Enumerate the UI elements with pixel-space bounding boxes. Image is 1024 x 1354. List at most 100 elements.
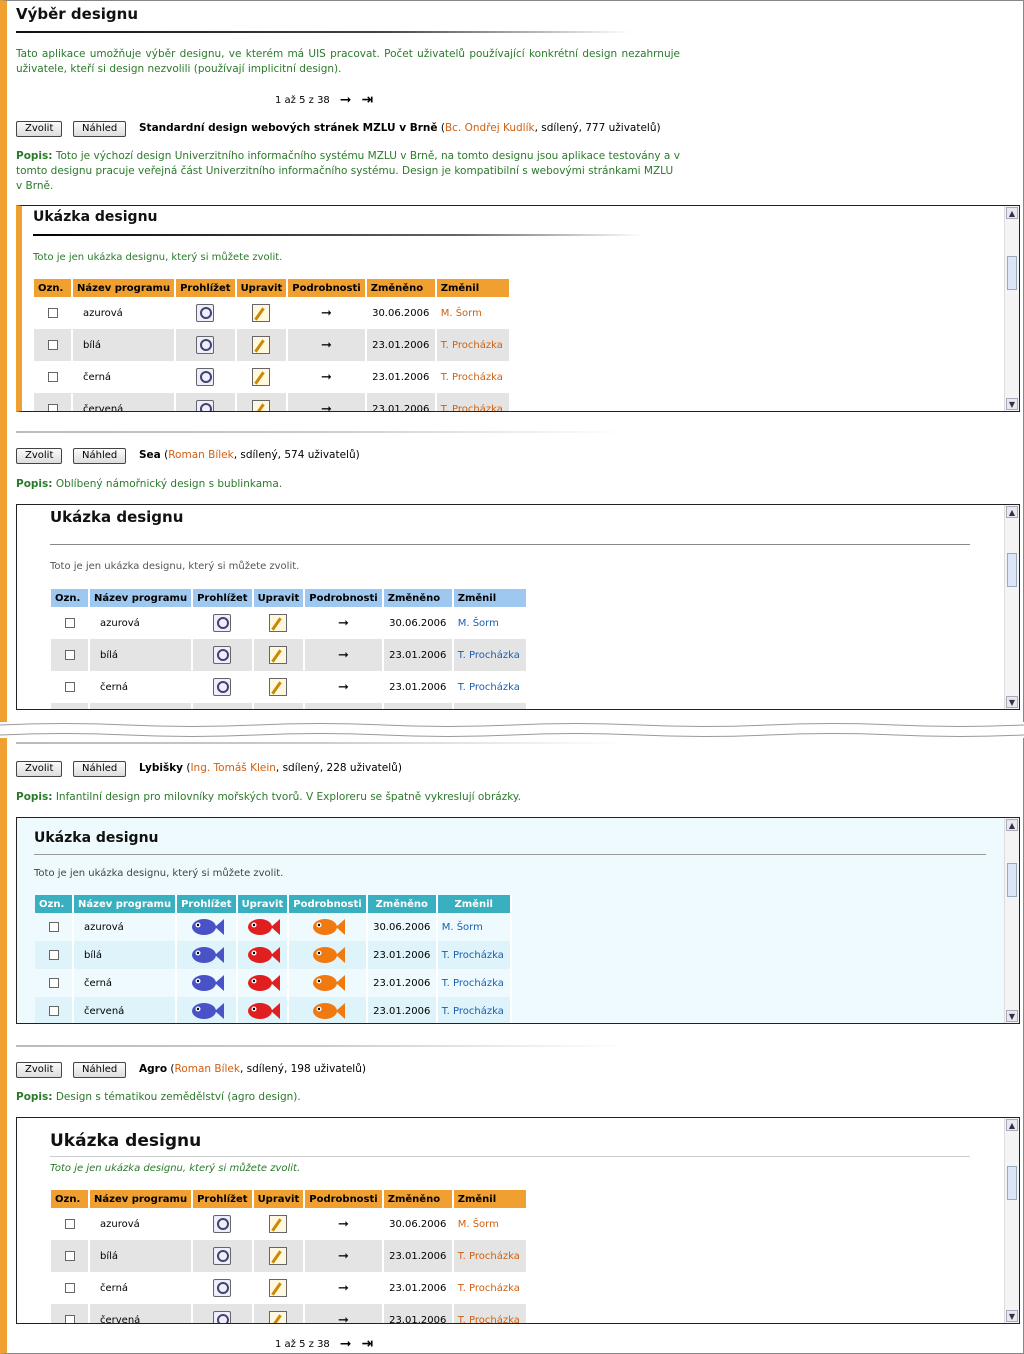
column-header[interactable]: Ozn. — [51, 589, 90, 607]
view-magnifier-icon[interactable] — [213, 1279, 232, 1297]
row-checkbox[interactable] — [47, 371, 58, 382]
details-arrow-icon[interactable]: ➞ — [338, 680, 349, 695]
changed-by-link[interactable]: T. Procházka — [435, 361, 511, 393]
edit-fish-icon[interactable] — [243, 998, 281, 1024]
column-header[interactable]: Podrobnosti — [304, 589, 384, 607]
changed-by-link[interactable]: M. Šorm — [452, 607, 528, 639]
edit-fish-icon[interactable] — [243, 970, 281, 997]
author-link[interactable]: Roman Bílek — [168, 449, 233, 461]
arrow-right-icon[interactable]: ➞ — [340, 92, 352, 108]
details-fish-icon[interactable] — [308, 998, 346, 1024]
scrollbar[interactable]: ▲ ▼ — [1004, 206, 1019, 411]
edit-notepad-icon[interactable] — [269, 646, 288, 664]
changed-by-link[interactable]: T. Procházka — [435, 329, 511, 361]
row-checkbox[interactable] — [48, 921, 59, 932]
view-fish-icon[interactable] — [187, 970, 225, 997]
view-magnifier-icon[interactable] — [213, 1215, 232, 1233]
row-checkbox[interactable] — [64, 681, 75, 692]
column-header[interactable]: Upravit — [235, 279, 289, 297]
row-checkbox[interactable] — [48, 977, 59, 988]
row-checkbox[interactable] — [64, 1314, 75, 1323]
arrow-right-icon[interactable]: ➞ — [340, 1336, 352, 1352]
edit-fish-icon[interactable] — [243, 942, 281, 969]
view-magnifier-icon[interactable] — [196, 368, 215, 386]
view-magnifier-icon[interactable] — [213, 1311, 232, 1323]
changed-by-link[interactable]: T. Procházka — [452, 671, 528, 703]
column-header[interactable]: Upravit — [252, 589, 306, 607]
choose-button[interactable]: Zvolit — [16, 1062, 63, 1078]
row-checkbox[interactable] — [47, 307, 58, 318]
column-header[interactable]: Název programu — [72, 279, 177, 297]
edit-notepad-icon[interactable] — [252, 368, 271, 386]
author-link[interactable]: Roman Bílek — [174, 1063, 239, 1075]
details-arrow-icon[interactable]: ➞ — [338, 1281, 349, 1296]
column-header[interactable]: Ozn. — [35, 895, 74, 913]
column-header[interactable]: Podrobnosti — [287, 279, 367, 297]
changed-by-link[interactable]: T. Procházka — [452, 1272, 528, 1304]
column-header[interactable]: Změnil — [435, 279, 511, 297]
row-checkbox[interactable] — [64, 617, 75, 628]
details-fish-icon[interactable] — [308, 970, 346, 997]
preview-button[interactable]: Náhled — [73, 121, 127, 137]
view-magnifier-icon[interactable] — [213, 1247, 232, 1265]
author-link[interactable]: Ing. Tomáš Klein — [190, 762, 275, 774]
edit-notepad-icon[interactable] — [269, 678, 288, 696]
changed-by-link[interactable]: T. Procházka — [452, 1240, 528, 1272]
details-arrow-icon[interactable]: ➞ — [338, 1249, 349, 1264]
changed-by-link[interactable]: M. Šorm — [436, 913, 512, 941]
preview-button[interactable]: Náhled — [73, 448, 127, 464]
details-fish-icon[interactable] — [308, 914, 346, 941]
details-arrow-icon[interactable]: ➞ — [321, 402, 332, 412]
preview-button[interactable]: Náhled — [73, 761, 127, 777]
details-arrow-icon[interactable]: ➞ — [338, 616, 349, 631]
details-fish-icon[interactable] — [308, 942, 346, 969]
column-header[interactable]: Změněno — [382, 589, 454, 607]
edit-notepad-icon[interactable] — [252, 400, 271, 411]
changed-by-link[interactable]: T. Procházka — [452, 639, 528, 671]
details-arrow-icon[interactable]: ➞ — [321, 370, 332, 385]
changed-by-link[interactable]: T. Procházka — [435, 393, 511, 411]
view-magnifier-icon[interactable] — [196, 304, 215, 322]
column-header[interactable]: Změnil — [436, 895, 512, 913]
column-header[interactable]: Změněno — [365, 279, 437, 297]
author-link[interactable]: Bc. Ondřej Kudlík — [445, 122, 535, 134]
scrollbar[interactable]: ▲ ▼ — [1004, 1118, 1019, 1323]
edit-notepad-icon[interactable] — [252, 336, 271, 354]
column-header[interactable]: Upravit — [252, 1190, 306, 1208]
scrollbar[interactable]: ▲ ▼ — [1004, 818, 1019, 1023]
choose-button[interactable]: Zvolit — [16, 121, 63, 137]
row-checkbox[interactable] — [64, 1218, 75, 1229]
changed-by-link[interactable]: T. Procházka — [436, 997, 512, 1023]
view-fish-icon[interactable] — [187, 942, 225, 969]
choose-button[interactable]: Zvolit — [16, 761, 63, 777]
view-magnifier-icon[interactable] — [196, 400, 215, 411]
view-magnifier-icon[interactable] — [213, 678, 232, 696]
changed-by-link[interactable]: T. Procházka — [452, 703, 528, 709]
edit-notepad-icon[interactable] — [252, 304, 271, 322]
choose-button[interactable]: Zvolit — [16, 448, 63, 464]
details-arrow-icon[interactable]: ➞ — [321, 338, 332, 353]
column-header[interactable]: Změněno — [382, 1190, 454, 1208]
column-header[interactable]: Změnil — [452, 589, 528, 607]
column-header[interactable]: Prohlížet — [175, 279, 237, 297]
column-header[interactable]: Ozn. — [34, 279, 73, 297]
column-header[interactable]: Název programu — [73, 895, 178, 913]
view-magnifier-icon[interactable] — [213, 646, 232, 664]
row-checkbox[interactable] — [64, 1250, 75, 1261]
row-checkbox[interactable] — [47, 339, 58, 350]
preview-button[interactable]: Náhled — [73, 1062, 127, 1078]
row-checkbox[interactable] — [64, 649, 75, 660]
row-checkbox[interactable] — [48, 949, 59, 960]
column-header[interactable]: Prohlížet — [192, 589, 254, 607]
edit-notepad-icon[interactable] — [269, 614, 288, 632]
row-checkbox[interactable] — [47, 403, 58, 411]
details-arrow-icon[interactable]: ➞ — [338, 648, 349, 663]
changed-by-link[interactable]: M. Šorm — [435, 297, 511, 329]
changed-by-link[interactable]: T. Procházka — [452, 1304, 528, 1323]
changed-by-link[interactable]: T. Procházka — [436, 941, 512, 969]
edit-fish-icon[interactable] — [243, 914, 281, 941]
changed-by-link[interactable]: T. Procházka — [436, 969, 512, 997]
row-checkbox[interactable] — [64, 1282, 75, 1293]
edit-notepad-icon[interactable] — [269, 1279, 288, 1297]
arrow-last-icon[interactable]: ⇥ — [362, 92, 374, 108]
